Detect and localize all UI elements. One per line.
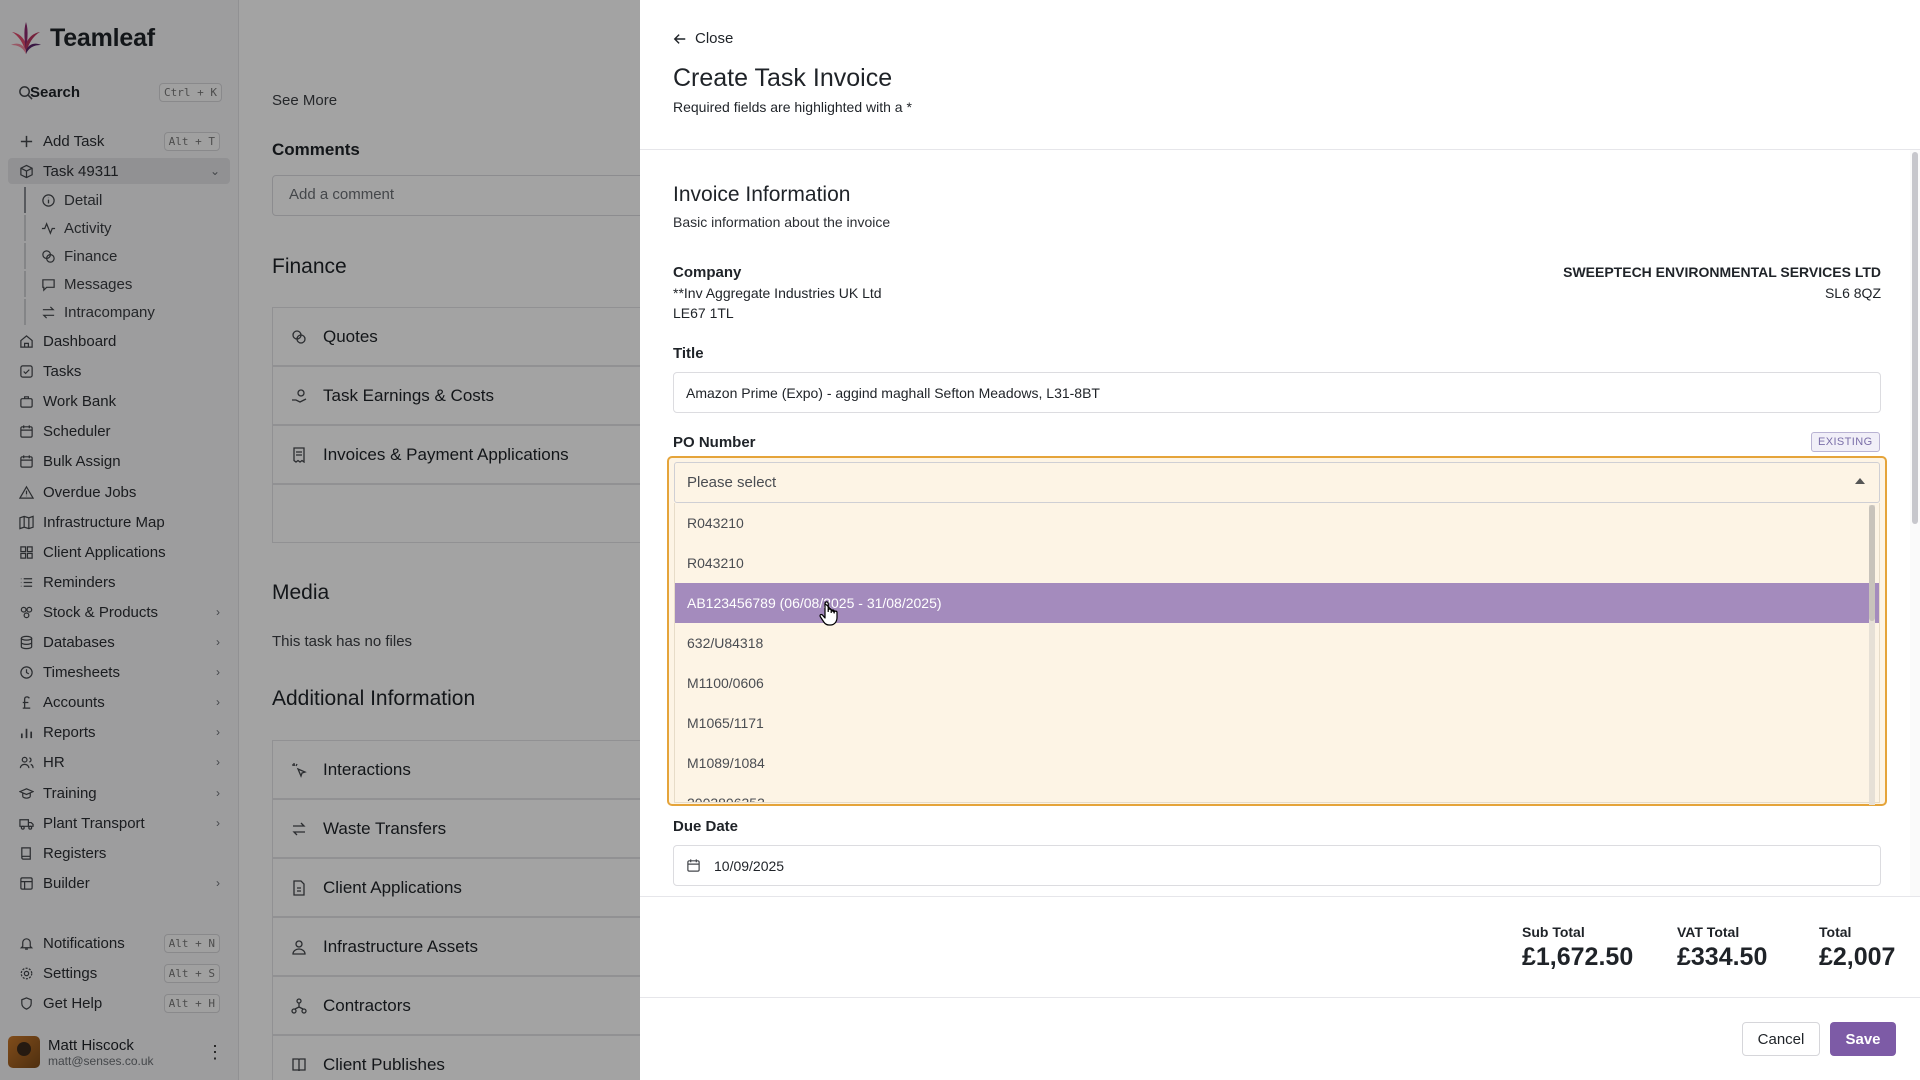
existing-badge[interactable]: EXISTING <box>1811 432 1880 452</box>
sub-total-value: £1,672.50 <box>1522 943 1634 971</box>
drawer-subtitle: Required fields are highlighted with a * <box>673 99 912 115</box>
po-number-label: PO Number <box>673 434 756 451</box>
po-number-select[interactable]: Please select <box>674 462 1880 503</box>
supplier-name: SWEEPTECH ENVIRONMENTAL SERVICES LTD <box>1563 264 1881 280</box>
po-options-list[interactable]: R043210 R043210 AB123456789 (06/08/2025 - … <box>674 503 1880 803</box>
vat-total-label: VAT Total <box>1677 924 1740 940</box>
calendar-icon <box>686 858 702 874</box>
po-option[interactable]: R043210 <box>675 543 1879 583</box>
supplier-postcode: SL6 8QZ <box>1824 285 1881 301</box>
po-number-dropdown[interactable]: Please select R043210 R043210 AB123456789 … <box>667 456 1887 806</box>
section-subtitle: Basic information about the invoice <box>673 214 891 230</box>
due-date-value: 10/09/2025 <box>714 857 785 874</box>
total-value: £2,007 <box>1819 943 1896 971</box>
drawer-title: Create Task Invoice <box>673 64 893 92</box>
drawer-scrollbar-thumb[interactable] <box>1912 152 1918 524</box>
title-input[interactable]: Amazon Prime (Expo) - aggind maghall Sef… <box>673 372 1881 413</box>
save-button[interactable]: Save <box>1830 1022 1896 1056</box>
po-placeholder: Please select <box>687 474 777 491</box>
close-label: Close <box>695 30 734 47</box>
po-option[interactable]: M1100/0606 <box>675 663 1879 703</box>
divider <box>640 896 1920 897</box>
po-option[interactable]: M1089/1084 <box>675 743 1879 783</box>
dropdown-scrollbar-thumb[interactable] <box>1869 505 1875 621</box>
arrow-left-icon <box>673 33 686 44</box>
po-option[interactable]: R043210 <box>675 503 1879 543</box>
po-option[interactable]: M1065/1171 <box>675 703 1879 743</box>
vat-total-value: £334.50 <box>1677 943 1768 971</box>
due-date-input[interactable]: 10/09/2025 <box>673 845 1881 886</box>
create-invoice-drawer: Close Create Task Invoice Required field… <box>640 0 1920 1080</box>
cancel-button[interactable]: Cancel <box>1742 1022 1820 1056</box>
company-name: **Inv Aggregate Industries UK Ltd <box>673 285 882 301</box>
company-label: Company <box>673 264 742 281</box>
total-label: Total <box>1819 924 1852 940</box>
divider <box>640 149 1920 150</box>
section-title: Invoice Information <box>673 183 851 206</box>
close-button[interactable]: Close <box>673 30 733 47</box>
hand-cursor-icon <box>819 601 838 626</box>
po-option[interactable]: 2003806353 <box>675 783 1879 802</box>
due-date-label: Due Date <box>673 818 739 835</box>
sub-total-label: Sub Total <box>1522 924 1585 940</box>
title-label: Title <box>673 345 704 362</box>
po-option[interactable]: 632/U84318 <box>675 623 1879 663</box>
po-option[interactable]: AB123456789 (06/08/2025 - 31/08/2025) <box>675 583 1879 623</box>
chevron-up-icon <box>1855 478 1865 484</box>
company-postcode: LE67 1TL <box>673 305 734 321</box>
divider <box>640 997 1920 998</box>
